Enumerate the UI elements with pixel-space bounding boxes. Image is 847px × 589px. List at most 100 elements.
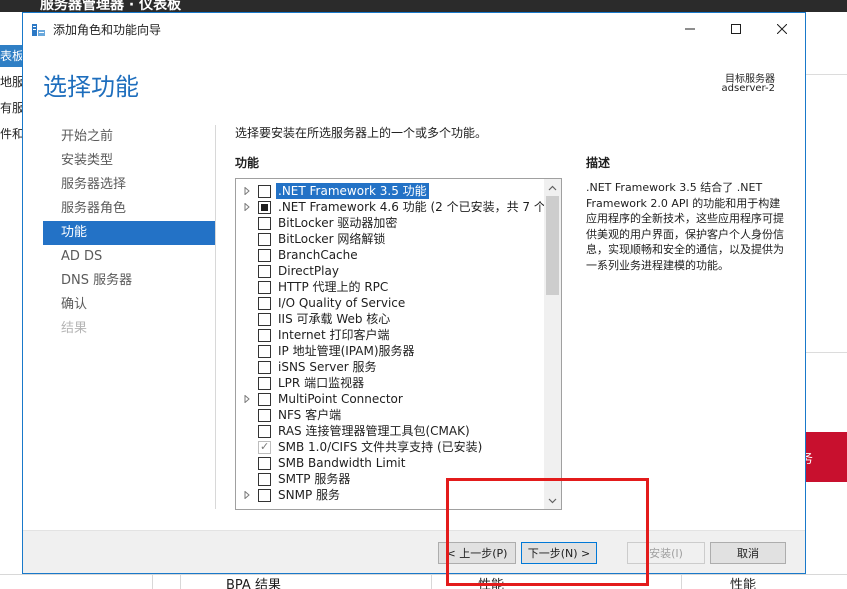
feature-label[interactable]: LPR 端口监视器 — [278, 375, 364, 391]
feature-checkbox[interactable] — [258, 217, 271, 230]
feature-row[interactable]: I/O Quality of Service — [236, 295, 544, 311]
feature-label[interactable]: IIS 可承载 Web 核心 — [278, 311, 390, 327]
feature-row[interactable]: .NET Framework 4.6 功能 (2 个已安装，共 7 个) — [236, 199, 551, 215]
feature-checkbox[interactable] — [258, 297, 271, 310]
feature-label[interactable]: DirectPlay — [278, 263, 339, 279]
instruction-text: 选择要安装在所选服务器上的一个或多个功能。 — [235, 126, 488, 140]
feature-label[interactable]: SMB Bandwidth Limit — [278, 455, 405, 471]
background-divider — [431, 575, 432, 589]
feature-label[interactable]: MultiPoint Connector — [278, 391, 403, 407]
description-header: 描述 — [586, 156, 611, 170]
expand-arrow-icon[interactable] — [242, 183, 252, 199]
feature-label[interactable]: iSNS Server 服务 — [278, 359, 377, 375]
feature-label[interactable]: I/O Quality of Service — [278, 295, 405, 311]
features-tree[interactable]: .NET Framework 3.5 功能 .NET Framework 4.6 … — [235, 178, 562, 510]
feature-checkbox[interactable] — [258, 361, 271, 374]
feature-row[interactable]: DirectPlay — [236, 263, 544, 279]
feature-label[interactable]: BitLocker 网络解锁 — [278, 231, 385, 247]
background-divider — [180, 575, 181, 589]
feature-checkbox[interactable] — [258, 329, 271, 342]
feature-checkbox[interactable] — [258, 473, 271, 486]
background-divider — [806, 352, 847, 353]
nav-step-ad-ds[interactable]: AD DS — [43, 245, 215, 269]
feature-label[interactable]: SMTP 服务器 — [278, 471, 350, 487]
nav-step-installation-type[interactable]: 安装类型 — [43, 149, 215, 173]
feature-checkbox[interactable] — [258, 233, 271, 246]
feature-row[interactable]: BranchCache — [236, 247, 544, 263]
feature-checkbox[interactable] — [258, 185, 271, 198]
feature-row[interactable]: MultiPoint Connector — [236, 391, 544, 407]
feature-checkbox[interactable] — [258, 313, 271, 326]
background-sidebar-item[interactable]: 地服务 — [0, 73, 24, 90]
feature-checkbox[interactable] — [258, 425, 271, 438]
feature-row[interactable]: Internet 打印客户端 — [236, 327, 544, 343]
feature-checkbox[interactable] — [258, 489, 271, 502]
description-text: .NET Framework 3.5 结合了 .NET Framework 2.… — [586, 181, 784, 272]
background-sidebar-item[interactable]: 表板 — [0, 47, 24, 64]
feature-label[interactable]: BitLocker 驱动器加密 — [278, 215, 397, 231]
feature-row[interactable]: BitLocker 驱动器加密 — [236, 215, 544, 231]
feature-checkbox[interactable] — [258, 201, 271, 214]
feature-label[interactable]: IP 地址管理(IPAM)服务器 — [278, 343, 415, 359]
nav-step-server-selection[interactable]: 服务器选择 — [43, 173, 215, 197]
feature-checkbox[interactable] — [258, 345, 271, 358]
maximize-button[interactable] — [713, 13, 759, 45]
feature-label[interactable]: SNMP 服务 — [278, 487, 340, 503]
feature-checkbox[interactable] — [258, 409, 271, 422]
background-divider — [152, 575, 153, 589]
add-roles-features-wizard: 添加角色和功能向导 选择功能 目标服务器 adserver-2 开始之前 安装类… — [22, 12, 806, 574]
nav-step-features[interactable]: 功能 — [43, 221, 215, 245]
background-titlebar: 服务器管理器 · 仪表板 — [0, 0, 847, 12]
window-titlebar[interactable]: 添加角色和功能向导 — [23, 13, 805, 45]
feature-checkbox[interactable] — [258, 265, 271, 278]
feature-row[interactable]: NFS 客户端 — [236, 407, 544, 423]
nav-step-dns-server[interactable]: DNS 服务器 — [43, 269, 215, 293]
feature-row[interactable]: iSNS Server 服务 — [236, 359, 544, 375]
feature-row[interactable]: SMB 1.0/CIFS 文件共享支持 (已安装) — [236, 439, 544, 455]
features-tree-rows: .NET Framework 3.5 功能 .NET Framework 4.6 … — [236, 183, 551, 503]
feature-row[interactable]: LPR 端口监视器 — [236, 375, 544, 391]
feature-label[interactable]: RAS 连接管理器管理工具包(CMAK) — [278, 423, 470, 439]
feature-row[interactable]: HTTP 代理上的 RPC — [236, 279, 544, 295]
feature-row[interactable]: IIS 可承载 Web 核心 — [236, 311, 544, 327]
feature-checkbox[interactable] — [258, 249, 271, 262]
nav-step-server-roles[interactable]: 服务器角色 — [43, 197, 215, 221]
background-sidebar-item[interactable]: 件和存 — [0, 125, 24, 142]
background-sidebar-item[interactable]: 有服务 — [0, 99, 24, 116]
expand-arrow-icon[interactable] — [242, 487, 252, 503]
feature-label[interactable]: NFS 客户端 — [278, 407, 341, 423]
features-scrollbar[interactable] — [544, 179, 561, 509]
nav-step-before-you-begin[interactable]: 开始之前 — [43, 125, 215, 149]
background-title: 服务器管理器 · 仪表板 — [40, 0, 182, 12]
server-manager-icon — [32, 24, 45, 36]
wizard-footer: < 上一步(P) 下一步(N) > 安装(I) 取消 — [23, 530, 805, 573]
feature-row[interactable]: IP 地址管理(IPAM)服务器 — [236, 343, 544, 359]
feature-label[interactable]: SMB 1.0/CIFS 文件共享支持 (已安装) — [278, 439, 482, 455]
nav-divider — [215, 125, 216, 509]
expand-arrow-icon[interactable] — [242, 199, 252, 215]
highlight-annotation-box — [446, 478, 649, 586]
scroll-thumb[interactable] — [546, 196, 559, 295]
close-button[interactable] — [759, 13, 805, 45]
feature-label[interactable]: BranchCache — [278, 247, 358, 263]
feature-checkbox — [258, 439, 271, 455]
expand-arrow-icon[interactable] — [242, 391, 252, 407]
feature-row[interactable]: RAS 连接管理器管理工具包(CMAK) — [236, 423, 544, 439]
feature-row[interactable]: .NET Framework 3.5 功能 — [236, 183, 544, 199]
nav-step-confirmation[interactable]: 确认 — [43, 293, 215, 317]
feature-checkbox[interactable] — [258, 393, 271, 406]
cancel-button[interactable]: 取消 — [710, 542, 786, 564]
minimize-button[interactable] — [667, 13, 713, 45]
feature-row[interactable]: BitLocker 网络解锁 — [236, 231, 544, 247]
feature-label[interactable]: HTTP 代理上的 RPC — [278, 279, 388, 295]
feature-label[interactable]: .NET Framework 3.5 功能 — [276, 183, 429, 199]
feature-label[interactable]: Internet 打印客户端 — [278, 327, 389, 343]
window-title: 添加角色和功能向导 — [53, 23, 162, 37]
feature-checkbox[interactable] — [258, 457, 271, 470]
feature-checkbox[interactable] — [258, 281, 271, 294]
feature-row[interactable]: SMB Bandwidth Limit — [236, 455, 544, 471]
feature-label[interactable]: .NET Framework 4.6 功能 (2 个已安装，共 7 个) — [278, 199, 551, 215]
feature-checkbox[interactable] — [258, 377, 271, 390]
background-label: BPA 结果 — [226, 578, 281, 589]
scroll-up-button[interactable] — [544, 179, 561, 196]
